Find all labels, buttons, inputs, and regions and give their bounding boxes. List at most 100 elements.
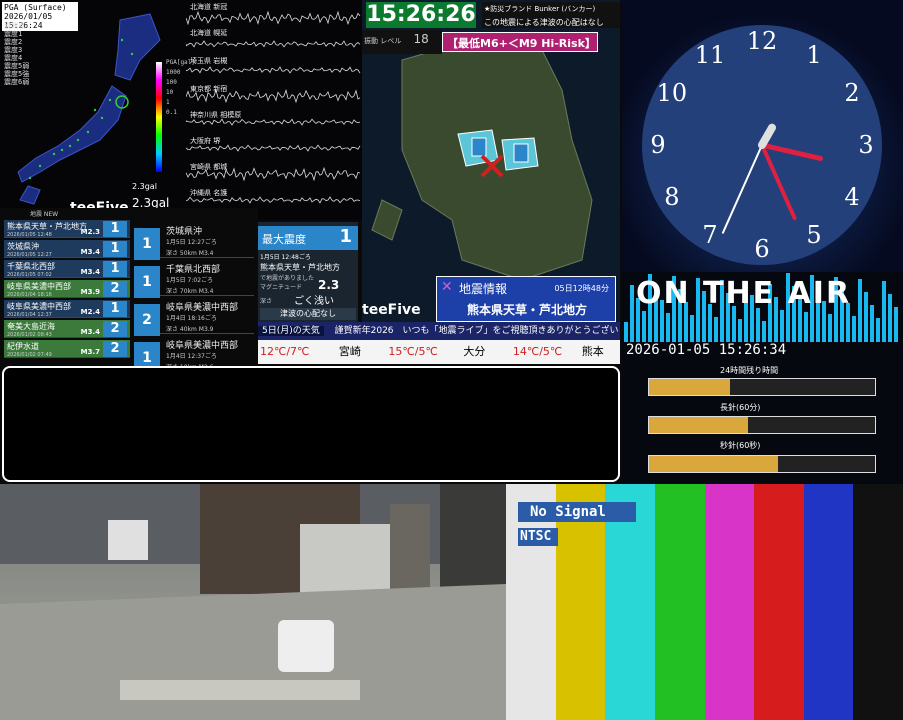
color-bar bbox=[654, 484, 705, 720]
waveform-line bbox=[186, 10, 361, 26]
info-title: 地震情報 bbox=[459, 282, 508, 296]
quake-shindo: 2 bbox=[103, 341, 127, 357]
earthquake-list: 地震 NEW 熊本県天草・芦北地方 2026/01/05 12:48 M2.3 1 茨城… bbox=[0, 208, 258, 374]
weather-bar: 12℃/7℃ 宮崎 15℃/5℃ 大分 14℃/5℃ 熊本 bbox=[258, 340, 620, 364]
detail-shindo: 2 bbox=[134, 304, 160, 336]
clock-number: 9 bbox=[650, 131, 665, 159]
info-place: 熊本県天草・芦北地方 bbox=[467, 303, 588, 317]
weather-temps: 15℃/5℃ bbox=[388, 345, 438, 358]
visualizer-bar bbox=[666, 313, 670, 342]
quake-place: 茨城県沖 bbox=[7, 242, 39, 251]
clock-number: 10 bbox=[657, 79, 688, 107]
clock-number: 3 bbox=[858, 131, 873, 159]
detail-place: 岐阜県美濃中西部 bbox=[166, 341, 239, 351]
detail-mag: 深さ 70km M3.4 bbox=[166, 288, 214, 295]
quake-info-box: ✕ 地震情報 05日12時48分 熊本県天草・芦北地方 bbox=[436, 276, 616, 322]
waveform-line bbox=[186, 40, 361, 48]
visualizer-bar bbox=[858, 279, 862, 342]
no-signal-label: No Signal bbox=[518, 502, 636, 522]
weather-temps: 14℃/5℃ bbox=[512, 345, 563, 358]
visualizer-bar bbox=[894, 307, 898, 342]
waveform-line bbox=[186, 66, 361, 74]
quake-place: 岐阜県美濃中西部 bbox=[7, 282, 71, 291]
mag-value: 2.3 bbox=[318, 278, 340, 292]
weather-city: 宮崎 bbox=[338, 345, 361, 358]
sponsor-banner: ★防災ブランド Bunker (バンカー) この地震による津波の心配はなし bbox=[482, 2, 620, 28]
gal-small: 2.3gal bbox=[132, 182, 157, 191]
street-camera-feed bbox=[0, 484, 506, 720]
clock-number: 11 bbox=[695, 41, 726, 69]
visualizer-bar bbox=[732, 306, 736, 342]
info-time: 05日12時48分 bbox=[554, 284, 609, 293]
visualizer-bar bbox=[864, 292, 868, 342]
visualizer-bar bbox=[642, 311, 646, 342]
close-icon: ✕ bbox=[441, 279, 453, 295]
visualizer-bar bbox=[738, 319, 742, 342]
quake-shindo: 2 bbox=[103, 321, 127, 337]
clock-face: 12 12 3 45 6 78 9 1011 bbox=[642, 25, 882, 265]
quake-mag: M3.4 bbox=[80, 268, 100, 276]
detail-mag: 深さ 40km M3.9 bbox=[166, 326, 214, 333]
quake-row: 奄美大島近海 2026/01/02 08:43 M3.4 2 bbox=[4, 320, 130, 338]
quake-mag: M2.3 bbox=[80, 228, 100, 236]
visualizer-bar bbox=[624, 322, 628, 342]
risk-banner: 【最低M6+＜M9 Hi-Risk】 bbox=[442, 32, 598, 52]
visualizer-bar bbox=[828, 314, 832, 342]
color-bar bbox=[754, 484, 804, 720]
visualizer-bar bbox=[882, 281, 886, 342]
pga-stats: 観測点 震度1 震度2 震度3 震度4 震度5弱 震度5強 震度6弱 bbox=[4, 22, 30, 86]
analog-clock: 12 1 2 3 4 5 6 7 8 9 10 11 bbox=[622, 0, 903, 272]
onair-datetime: 2026-01-05 15:26:34 bbox=[626, 342, 787, 358]
quake-place: 千葉県北西部 bbox=[7, 262, 55, 271]
quake-row: 千葉県北西部 2026/01/05 07:02 M3.4 1 bbox=[4, 260, 130, 278]
quake-mag: M3.9 bbox=[80, 288, 100, 296]
clock-number: 1 bbox=[806, 41, 821, 69]
visualizer-bar bbox=[852, 316, 856, 342]
detail-time: 1月5日 7:02ごろ bbox=[166, 277, 214, 284]
wave-label: 沖縄県 名護 bbox=[190, 189, 228, 197]
wave-label: 神奈川県 相模原 bbox=[190, 111, 242, 119]
teefive-logo: teeFive bbox=[362, 302, 421, 318]
quake-detail: 2 岐阜県美濃中西部 1月4日 18:16ごろ 深さ 40km M3.9 bbox=[134, 298, 254, 336]
quake-row: 岐阜県美濃中西部 2026/01/04 12:37 M2.4 1 bbox=[4, 300, 130, 318]
wave-label: 北海道 幌延 bbox=[190, 29, 228, 37]
seismograph-panel: PGA (Surface) 2026/01/05 15:26:24 観測点 震度1 … bbox=[0, 0, 362, 220]
detail-mag: 深さ 50km M3.4 bbox=[166, 250, 214, 257]
detail-shindo: 1 bbox=[134, 228, 160, 260]
quake-mag: M3.4 bbox=[80, 328, 100, 336]
news-ticker: 5日(月)の天気 謹賀新年2026 いつも「地震ライブ」をご視聴頂きありがとうご… bbox=[258, 322, 620, 340]
quake-mag: M3.4 bbox=[80, 248, 100, 256]
ntsc-label: NTSC bbox=[518, 528, 558, 546]
max-shindo-panel: 最大震度 1 1月5日 12:48ごろ 熊本県天草・芦北地方 で地震がありました… bbox=[258, 222, 358, 322]
wave-label: 北海道 新冠 bbox=[190, 3, 228, 11]
clock-number: 6 bbox=[754, 235, 769, 263]
quake-place: 紀伊水道 bbox=[7, 342, 39, 351]
progress-bar bbox=[648, 378, 876, 396]
color-bar bbox=[803, 484, 854, 720]
clock-number: 12 bbox=[747, 27, 778, 55]
weather-city: 大分 bbox=[463, 345, 486, 358]
quake-place: 岐阜県美濃中西部 bbox=[7, 302, 71, 311]
quake-row: 紀伊水道 2026/01/02 07:49 M3.7 2 bbox=[4, 340, 130, 358]
onair-title: ON THE AIR bbox=[636, 276, 852, 311]
street-scene bbox=[0, 484, 506, 720]
weather-temps: 12℃/7℃ bbox=[260, 345, 310, 358]
wave-label: 宮崎県 都城 bbox=[190, 163, 228, 171]
depth-label: 深さ bbox=[260, 298, 273, 305]
visualizer-bar bbox=[690, 315, 694, 342]
visualizer-bar bbox=[630, 285, 634, 342]
max-shindo-title: 最大震度 1 bbox=[258, 226, 358, 250]
visualizer-bar bbox=[762, 321, 766, 342]
bar-label: 24時間残り時間 bbox=[720, 366, 779, 375]
quake-row: 岐阜県美濃中西部 2026/01/04 18:16 M3.9 2 bbox=[4, 280, 130, 298]
quake-shindo: 2 bbox=[103, 281, 127, 297]
quake-shindo: 1 bbox=[103, 301, 127, 317]
visualizer-bar bbox=[804, 312, 808, 342]
depth-value: ごく浅い bbox=[294, 296, 334, 307]
max-shindo-time: 1月5日 12:48ごろ bbox=[260, 254, 311, 261]
detail-time: 1月4日 12:37ごろ bbox=[166, 353, 217, 360]
clock-number: 7 bbox=[702, 221, 717, 249]
visualizer-bar bbox=[870, 305, 874, 342]
quake-detail: 1 茨城県沖 1月5日 12:27ごろ 深さ 50km M3.4 bbox=[134, 222, 254, 260]
quake-place: 熊本県天草・芦北地方 bbox=[7, 222, 87, 231]
